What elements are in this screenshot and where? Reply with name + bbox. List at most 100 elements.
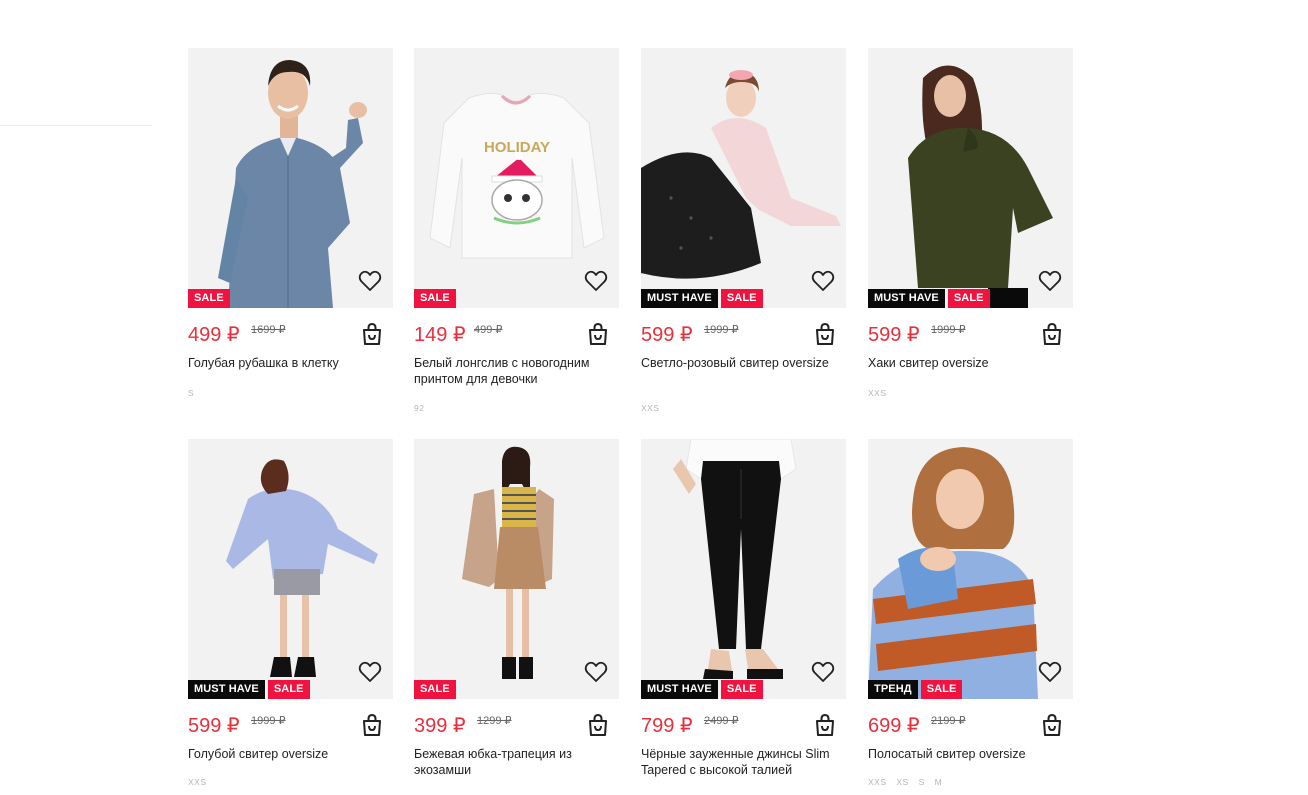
must-have-badge: MUST HAVE bbox=[868, 289, 945, 308]
sale-badge: SALE bbox=[720, 289, 763, 308]
product-title[interactable]: Белый лонгслив с новогодним принтом для … bbox=[414, 356, 614, 387]
product-photo[interactable]: ТРЕНД SALE bbox=[868, 439, 1073, 699]
heart-icon[interactable] bbox=[358, 270, 382, 292]
size-list: XXS bbox=[188, 777, 214, 787]
old-price: 2199 ₽ bbox=[931, 715, 966, 727]
sale-badge: SALE bbox=[414, 289, 456, 308]
badges: MUST HAVE SALE bbox=[868, 289, 990, 308]
old-price: 1299 ₽ bbox=[477, 715, 512, 727]
shopping-bag-icon[interactable] bbox=[814, 322, 836, 346]
shopping-bag-icon[interactable] bbox=[361, 322, 383, 346]
badges: SALE bbox=[414, 680, 456, 699]
heart-icon[interactable] bbox=[1038, 661, 1062, 683]
must-have-badge: MUST HAVE bbox=[188, 680, 265, 699]
heart-icon[interactable] bbox=[358, 661, 382, 683]
badges: SALE bbox=[188, 289, 230, 308]
heart-icon[interactable] bbox=[584, 270, 608, 292]
sidebar-divider bbox=[0, 125, 152, 126]
price: 599 ₽ bbox=[188, 715, 240, 737]
price-row: 499 ₽ 1699 ₽ bbox=[188, 322, 393, 348]
product-image bbox=[641, 439, 846, 699]
price: 799 ₽ bbox=[641, 715, 693, 737]
product-photo[interactable]: SALE bbox=[188, 48, 393, 308]
product-image: HOLIDAY bbox=[414, 48, 619, 308]
badges: MUST HAVE SALE bbox=[641, 680, 763, 699]
price: 399 ₽ bbox=[414, 715, 466, 737]
product-image bbox=[188, 439, 393, 699]
product-title[interactable]: Голубой свитер oversize bbox=[188, 747, 388, 763]
shopping-bag-icon[interactable] bbox=[814, 713, 836, 737]
size-option[interactable]: XXS bbox=[188, 777, 207, 787]
price: 599 ₽ bbox=[641, 324, 693, 346]
product-image bbox=[188, 48, 393, 308]
product-title[interactable]: Светло-розовый свитер oversize bbox=[641, 356, 841, 372]
product-photo[interactable]: MUST HAVE SALE bbox=[641, 48, 846, 308]
sale-badge: SALE bbox=[920, 680, 963, 699]
price-row: 799 ₽ 2499 ₽ bbox=[641, 713, 846, 739]
product-title[interactable]: Полосатый свитер oversize bbox=[868, 747, 1068, 763]
sale-badge: SALE bbox=[947, 289, 990, 308]
product-photo[interactable]: MUST HAVE SALE bbox=[188, 439, 393, 699]
size-option[interactable]: M bbox=[935, 777, 943, 787]
product-photo[interactable]: SALE bbox=[414, 439, 619, 699]
product-photo[interactable]: HOLIDAY SALE bbox=[414, 48, 619, 308]
size-list: XXS bbox=[868, 388, 894, 398]
old-price: 1999 ₽ bbox=[251, 715, 286, 727]
shopping-bag-icon[interactable] bbox=[587, 713, 609, 737]
old-price: 1699 ₽ bbox=[251, 324, 286, 336]
shopping-bag-icon[interactable] bbox=[361, 713, 383, 737]
price: 499 ₽ bbox=[188, 324, 240, 346]
heart-icon[interactable] bbox=[1038, 270, 1062, 292]
price: 699 ₽ bbox=[868, 715, 920, 737]
old-price: 2499 ₽ bbox=[704, 715, 739, 727]
shopping-bag-icon[interactable] bbox=[1041, 713, 1063, 737]
old-price: 1999 ₽ bbox=[704, 324, 739, 336]
price: 599 ₽ bbox=[868, 324, 920, 346]
product-title[interactable]: Чёрные зауженные джинсы Slim Tapered с в… bbox=[641, 747, 841, 778]
size-option[interactable]: XXS bbox=[868, 777, 887, 787]
price-row: 149 ₽ 499 ₽ bbox=[414, 322, 619, 348]
size-list: XXS XS S M bbox=[868, 777, 949, 787]
price-row: 699 ₽ 2199 ₽ bbox=[868, 713, 1073, 739]
price: 149 ₽ bbox=[414, 324, 466, 346]
size-list: XXS bbox=[641, 403, 667, 413]
sale-badge: SALE bbox=[267, 680, 310, 699]
shopping-bag-icon[interactable] bbox=[587, 322, 609, 346]
size-option[interactable]: XXS bbox=[868, 388, 887, 398]
badges: MUST HAVE SALE bbox=[188, 680, 310, 699]
old-price: 499 ₽ bbox=[474, 324, 503, 336]
sale-badge: SALE bbox=[414, 680, 456, 699]
product-image bbox=[414, 439, 619, 699]
size-list: S bbox=[188, 388, 201, 398]
sale-badge: SALE bbox=[188, 289, 230, 308]
price-row: 599 ₽ 1999 ₽ bbox=[188, 713, 393, 739]
price-row: 399 ₽ 1299 ₽ bbox=[414, 713, 619, 739]
badges: ТРЕНД SALE bbox=[868, 680, 963, 699]
badges: MUST HAVE SALE bbox=[641, 289, 763, 308]
size-option[interactable]: XS bbox=[896, 777, 908, 787]
price-row: 599 ₽ 1999 ₽ bbox=[868, 322, 1073, 348]
product-title[interactable]: Хаки свитер oversize bbox=[868, 356, 1068, 372]
must-have-badge: MUST HAVE bbox=[641, 289, 718, 308]
badges: SALE bbox=[414, 289, 456, 308]
size-option[interactable]: S bbox=[919, 777, 925, 787]
size-list: 92 bbox=[414, 403, 431, 413]
product-photo[interactable]: MUST HAVE SALE bbox=[641, 439, 846, 699]
product-image bbox=[868, 48, 1073, 308]
product-title[interactable]: Голубая рубашка в клетку bbox=[188, 356, 388, 372]
heart-icon[interactable] bbox=[811, 661, 835, 683]
shopping-bag-icon[interactable] bbox=[1041, 322, 1063, 346]
product-image bbox=[641, 48, 846, 308]
trend-badge: ТРЕНД bbox=[868, 680, 918, 699]
size-option[interactable]: XXS bbox=[641, 403, 660, 413]
size-option[interactable]: S bbox=[188, 388, 194, 398]
sale-badge: SALE bbox=[720, 680, 763, 699]
product-title[interactable]: Бежевая юбка-трапеция из экозамши bbox=[414, 747, 614, 778]
size-option[interactable]: 92 bbox=[414, 403, 424, 413]
must-have-badge: MUST HAVE bbox=[641, 680, 718, 699]
old-price: 1999 ₽ bbox=[931, 324, 966, 336]
product-photo[interactable]: MUST HAVE SALE bbox=[868, 48, 1073, 308]
product-image bbox=[868, 439, 1073, 699]
heart-icon[interactable] bbox=[584, 661, 608, 683]
heart-icon[interactable] bbox=[811, 270, 835, 292]
